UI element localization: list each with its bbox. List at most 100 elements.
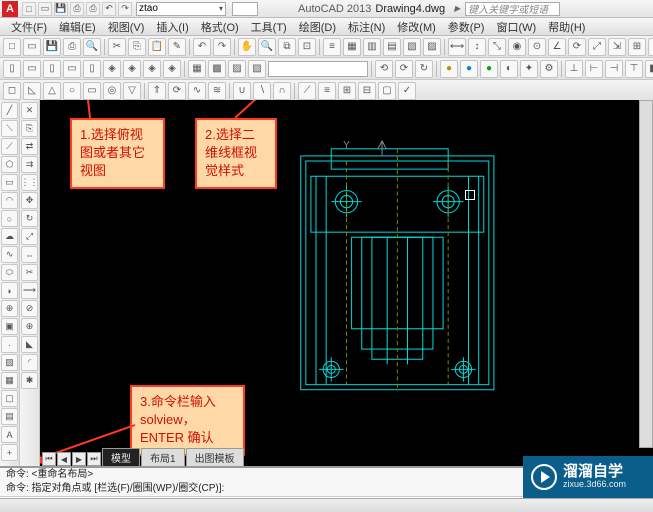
tb-preview-icon[interactable]: 🔍 xyxy=(83,38,101,56)
view-iso4-icon[interactable]: ◈ xyxy=(163,60,181,78)
thicken-icon[interactable]: ≡ xyxy=(318,82,336,100)
sol-torus-icon[interactable]: ◎ xyxy=(103,82,121,100)
tb-copy-icon[interactable]: ⎘ xyxy=(128,38,146,56)
menu-edit[interactable]: 编辑(E) xyxy=(54,19,101,35)
sol-cone-icon[interactable]: △ xyxy=(43,82,61,100)
tb-dim8-icon[interactable]: ⤢ xyxy=(588,38,606,56)
sol-pyr-icon[interactable]: ▽ xyxy=(123,82,141,100)
vs-2d-icon[interactable]: ▦ xyxy=(188,60,206,78)
tb-calc-icon[interactable]: ▨ xyxy=(423,38,441,56)
tb-pan-icon[interactable]: ✋ xyxy=(238,38,256,56)
point-icon[interactable]: · xyxy=(1,336,18,353)
break-icon[interactable]: ⊘ xyxy=(21,300,38,317)
polygon-icon[interactable]: ⬠ xyxy=(1,156,18,173)
rotate-icon[interactable]: ↻ xyxy=(21,210,38,227)
tb-save-icon[interactable]: 💾 xyxy=(43,38,61,56)
qat-search-icon[interactable] xyxy=(232,2,258,16)
orbit-icon[interactable]: ⟲ xyxy=(375,60,393,78)
render5-icon[interactable]: ✦ xyxy=(520,60,538,78)
menu-view[interactable]: 视图(V) xyxy=(103,19,150,35)
slice-icon[interactable]: ⟋ xyxy=(298,82,316,100)
table-icon[interactable]: ▤ xyxy=(1,408,18,425)
menu-param[interactable]: 参数(P) xyxy=(443,19,490,35)
tb-zoomall-icon[interactable]: ⊡ xyxy=(298,38,316,56)
xline-icon[interactable]: ⟍ xyxy=(1,120,18,137)
menu-window[interactable]: 窗口(W) xyxy=(491,19,541,35)
shell-icon[interactable]: ▢ xyxy=(378,82,396,100)
render1-icon[interactable]: ● xyxy=(440,60,458,78)
tb-zoomwin-icon[interactable]: ⧉ xyxy=(278,38,296,56)
tb-open-icon[interactable]: ▭ xyxy=(23,38,41,56)
qat-save-icon[interactable]: 💾 xyxy=(54,2,68,16)
ellipse-icon[interactable]: ⬭ xyxy=(1,264,18,281)
arc-icon[interactable]: ◠ xyxy=(1,192,18,209)
view-iso3-icon[interactable]: ◈ xyxy=(143,60,161,78)
render6-icon[interactable]: ⚙ xyxy=(540,60,558,78)
mtext-icon[interactable]: A xyxy=(1,426,18,443)
tab-nav-last-icon[interactable]: ⏭ xyxy=(87,452,101,466)
qat-saveas-icon[interactable]: ⎙ xyxy=(70,2,84,16)
sweep-icon[interactable]: ∿ xyxy=(188,82,206,100)
stretch-icon[interactable]: ⇔ xyxy=(21,246,38,263)
explode-icon[interactable]: ✱ xyxy=(21,372,38,389)
sol-sphere-icon[interactable]: ○ xyxy=(63,82,81,100)
tb-paste-icon[interactable]: 📋 xyxy=(148,38,166,56)
tb-new-icon[interactable]: □ xyxy=(3,38,21,56)
menu-dimension[interactable]: 标注(N) xyxy=(343,19,390,35)
sep3d-icon[interactable]: ⊟ xyxy=(358,82,376,100)
tb-dim4-icon[interactable]: ◉ xyxy=(508,38,526,56)
keyword-search-input[interactable]: 键入关键字或短语 xyxy=(465,2,560,16)
tab-layout2[interactable]: 出图模板 xyxy=(186,448,244,466)
copy-icon[interactable]: ⎘ xyxy=(21,120,38,137)
circle-icon[interactable]: ○ xyxy=(1,210,18,227)
orbit2-icon[interactable]: ⟳ xyxy=(395,60,413,78)
tb-sheet-icon[interactable]: ▤ xyxy=(383,38,401,56)
erase-icon[interactable]: ✕ xyxy=(21,102,38,119)
revcloud-icon[interactable]: ☁ xyxy=(1,228,18,245)
hatch-icon[interactable]: ▨ xyxy=(1,354,18,371)
view-back-icon[interactable]: ▯ xyxy=(83,60,101,78)
chamfer-icon[interactable]: ◣ xyxy=(21,336,38,353)
block-icon[interactable]: ▣ xyxy=(1,318,18,335)
tb-dim1-icon[interactable]: ⟷ xyxy=(448,38,466,56)
qat-undo-icon[interactable]: ↶ xyxy=(102,2,116,16)
sol-wedge-icon[interactable]: ◺ xyxy=(23,82,41,100)
drawing-canvas[interactable]: Y 1.选择俯视图或者其它视图 2.选择二维线框视觉样式 3.命令栏输入solv… xyxy=(40,100,653,466)
menu-draw[interactable]: 绘图(D) xyxy=(294,19,341,35)
tab-nav-next-icon[interactable]: ▶ xyxy=(72,452,86,466)
tb-zoom-icon[interactable]: 🔍 xyxy=(258,38,276,56)
qat-new-icon[interactable]: □ xyxy=(22,2,36,16)
union-icon[interactable]: ∪ xyxy=(233,82,251,100)
tb-cut-icon[interactable]: ✂ xyxy=(108,38,126,56)
view-iso2-icon[interactable]: ◈ xyxy=(123,60,141,78)
view-right-icon[interactable]: ▭ xyxy=(63,60,81,78)
menu-modify[interactable]: 修改(M) xyxy=(392,19,441,35)
tb-dim5-icon[interactable]: ⊙ xyxy=(528,38,546,56)
view-left-icon[interactable]: ▯ xyxy=(43,60,61,78)
menu-tools[interactable]: 工具(T) xyxy=(246,19,292,35)
app-logo[interactable]: A xyxy=(2,1,18,17)
offset-icon[interactable]: ⇉ xyxy=(21,156,38,173)
tb-undo-icon[interactable]: ↶ xyxy=(193,38,211,56)
insert-icon[interactable]: ⊕ xyxy=(1,300,18,317)
render3-icon[interactable]: ● xyxy=(480,60,498,78)
mirror-icon[interactable]: ⇄ xyxy=(21,138,38,155)
subtract-icon[interactable]: ∖ xyxy=(253,82,271,100)
tb-match-icon[interactable]: ✎ xyxy=(168,38,186,56)
line-icon[interactable]: ╱ xyxy=(1,102,18,119)
sol-box-icon[interactable]: ◻ xyxy=(3,82,21,100)
ellarc-icon[interactable]: ◗ xyxy=(1,282,18,299)
rect-icon[interactable]: ▭ xyxy=(1,174,18,191)
ucs1-icon[interactable]: ⊥ xyxy=(565,60,583,78)
menu-format[interactable]: 格式(O) xyxy=(196,19,244,35)
visual-style-dropdown[interactable] xyxy=(268,61,368,77)
tb-dim2-icon[interactable]: ↕ xyxy=(468,38,486,56)
orbit3-icon[interactable]: ↻ xyxy=(415,60,433,78)
tab-nav-first-icon[interactable]: ⏮ xyxy=(42,452,56,466)
fillet-icon[interactable]: ◜ xyxy=(21,354,38,371)
tb-dim6-icon[interactable]: ∠ xyxy=(548,38,566,56)
grad-icon[interactable]: ▦ xyxy=(1,372,18,389)
ucs3-icon[interactable]: ⊣ xyxy=(605,60,623,78)
workspace-dropdown[interactable]: ztao xyxy=(136,2,226,16)
move-icon[interactable]: ✥ xyxy=(21,192,38,209)
